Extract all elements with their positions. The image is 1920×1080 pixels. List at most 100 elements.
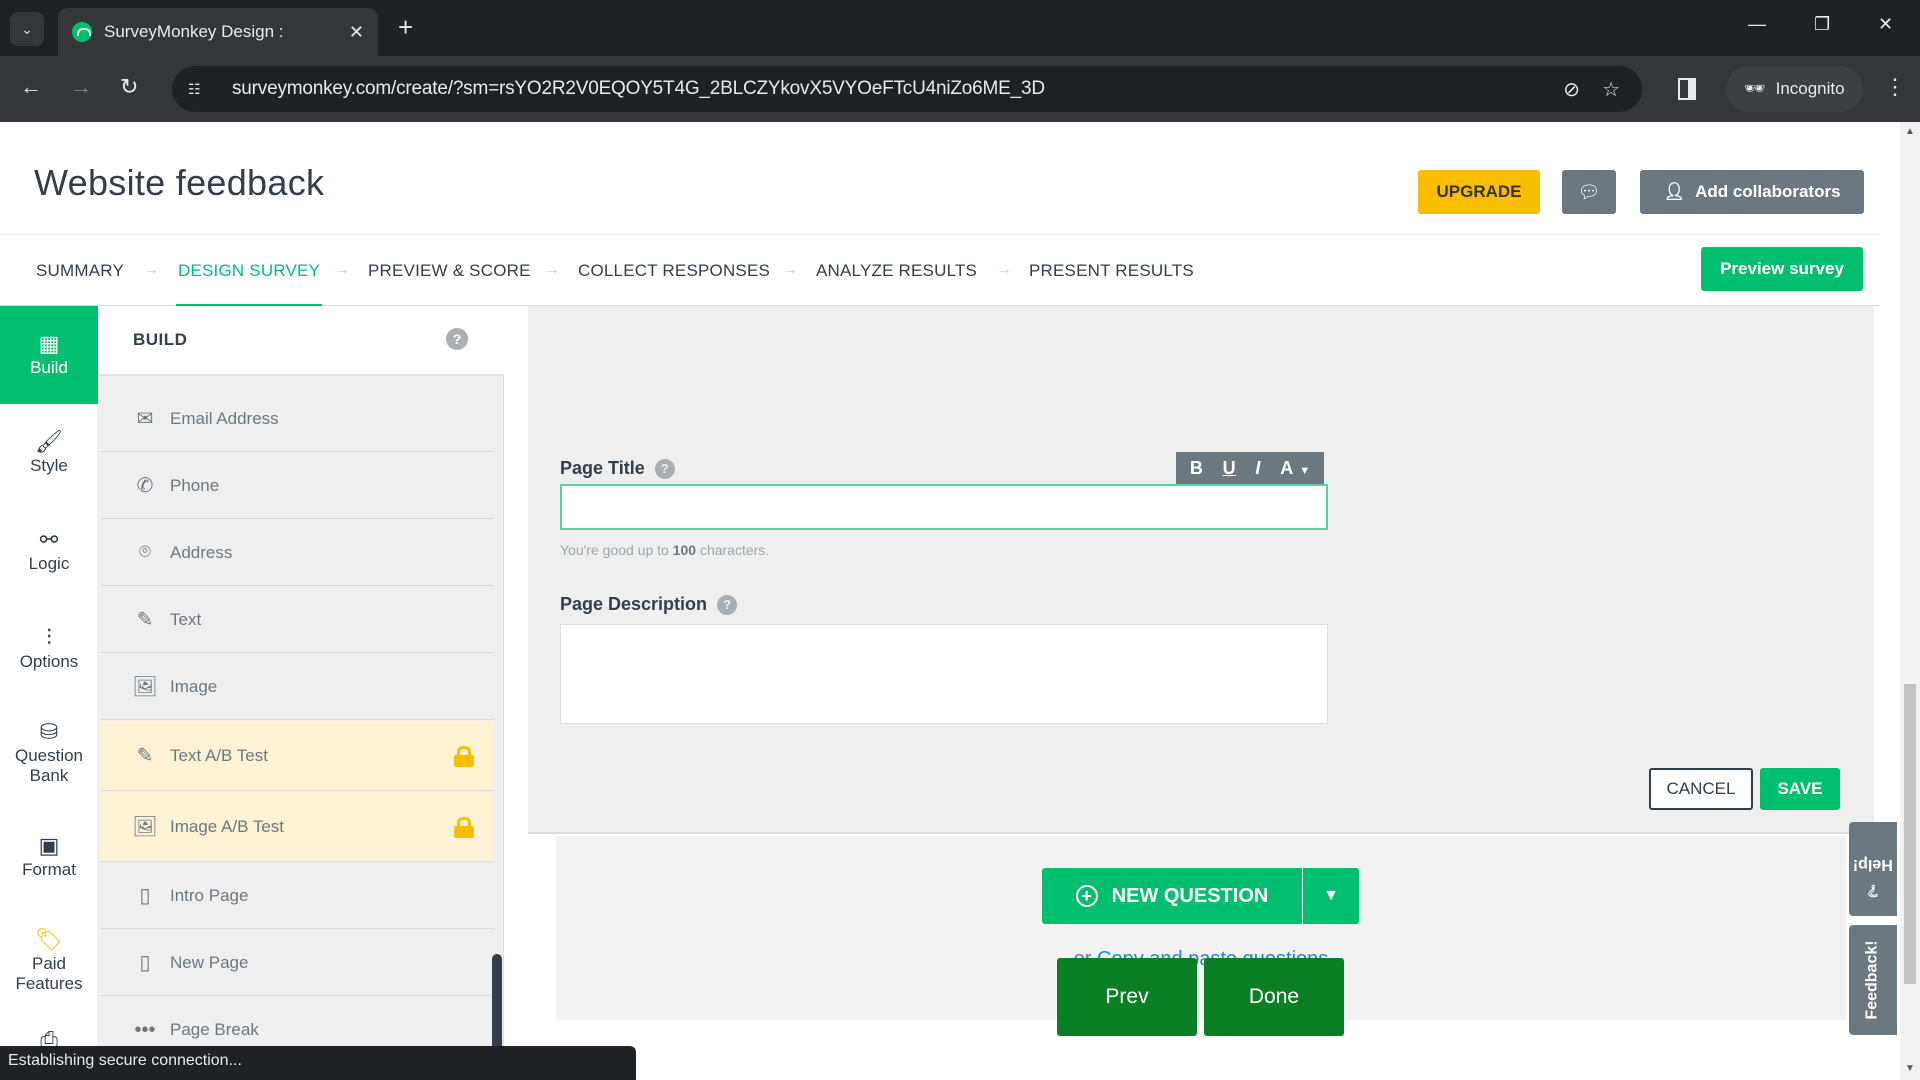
nav-build[interactable]: ▦ Build <box>0 306 98 404</box>
incognito-badge[interactable]: 🕶 Incognito <box>1726 66 1863 112</box>
eye-off-icon[interactable]: ⊘ <box>1563 77 1580 102</box>
help-side-tab[interactable]: ❔︎ Help! <box>1849 822 1897 916</box>
step-present-results[interactable]: PRESENT RESULTS <box>1029 235 1194 307</box>
build-item-image-ab-test[interactable]: 🖼︎ Image A/B Test <box>100 792 494 862</box>
step-collect-responses[interactable]: COLLECT RESPONSES <box>578 235 770 307</box>
edit-icon: ✎ <box>136 745 154 767</box>
build-panel-header: BUILD ? <box>98 306 504 376</box>
reload-icon[interactable]: ↻ <box>120 74 138 100</box>
forward-icon[interactable]: → <box>70 74 92 100</box>
close-tab-icon[interactable]: ✕ <box>349 22 364 43</box>
upgrade-button[interactable]: UPGRADE <box>1418 170 1540 214</box>
surveymonkey-favicon-icon <box>72 22 92 42</box>
nav-build-label: Build <box>30 358 68 377</box>
step-arrow-icon: → <box>143 261 159 278</box>
build-panel: BUILD ? ✉ Email Address ✆ Phone ⌾ Addres… <box>98 306 504 1080</box>
build-item-new-page[interactable]: ▯ New Page <box>100 930 494 996</box>
step-analyze-results[interactable]: ANALYZE RESULTS <box>816 235 977 307</box>
build-item-address[interactable]: ⌾ Address <box>100 520 494 586</box>
add-collaborators-button[interactable]: 👤︎ Add collaborators <box>1640 170 1864 214</box>
build-item-text[interactable]: ✎ Text <box>100 587 494 653</box>
url-text[interactable]: surveymonkey.com/create/?sm=rsYO2R2V0EQO… <box>232 78 1563 100</box>
page-scrollbar-thumb[interactable] <box>1904 684 1916 984</box>
nav-question-bank[interactable]: ⛁ Question Bank <box>0 698 98 808</box>
nav-style-label: Style <box>30 456 68 475</box>
save-button[interactable]: SAVE <box>1760 768 1840 810</box>
build-icon: ▦ <box>38 331 60 356</box>
comments-button[interactable]: 💬︎ <box>1562 170 1616 214</box>
side-panel-icon[interactable] <box>1678 78 1696 100</box>
browser-tab[interactable]: SurveyMonkey Design : ✕ <box>58 8 378 56</box>
nav-format-label: Format <box>22 860 76 879</box>
build-item-label: Text <box>170 609 202 629</box>
done-button[interactable]: Done <box>1204 958 1344 1036</box>
step-design-survey[interactable]: DESIGN SURVEY <box>175 235 323 308</box>
italic-button[interactable]: I <box>1255 458 1260 479</box>
text-color-label: A <box>1280 457 1294 478</box>
back-icon[interactable]: ← <box>20 74 42 100</box>
incognito-label: Incognito <box>1775 79 1845 98</box>
help-icon[interactable]: ? <box>654 458 675 479</box>
sliders-icon: ⫶ <box>46 625 52 650</box>
new-question-label: NEW QUESTION <box>1111 884 1269 907</box>
bookmark-star-icon[interactable]: ☆ <box>1602 77 1620 102</box>
build-item-image[interactable]: 🖼︎ Image <box>100 654 494 720</box>
close-window-icon[interactable]: ✕ <box>1878 14 1893 35</box>
underline-button[interactable]: U <box>1223 458 1236 479</box>
browser-menu-icon[interactable]: ⋮ <box>1884 74 1906 100</box>
bold-button[interactable]: B <box>1190 458 1203 479</box>
build-item-email-address[interactable]: ✉ Email Address <box>100 386 494 452</box>
build-item-label: Image <box>170 676 218 696</box>
new-question-dropdown[interactable]: ▼ <box>1303 868 1359 924</box>
step-arrow-icon: → <box>996 261 1012 278</box>
step-preview-score[interactable]: PREVIEW & SCORE <box>368 235 531 307</box>
page-icon: ▯ <box>139 952 151 974</box>
nav-format[interactable]: ▣ Format <box>0 808 98 906</box>
feedback-side-tab[interactable]: Feedback! <box>1849 925 1897 1035</box>
scroll-up-icon[interactable]: ▲ <box>1905 126 1915 137</box>
tab-search-button[interactable]: ⌄ <box>10 12 44 46</box>
minimize-icon[interactable]: — <box>1748 14 1766 35</box>
restore-icon[interactable]: ❐ <box>1814 14 1830 35</box>
new-tab-icon[interactable]: + <box>398 12 413 43</box>
edit-icon: ✎ <box>136 609 154 631</box>
tab-title: SurveyMonkey Design : <box>104 22 284 41</box>
help-icon[interactable]: ? <box>446 328 468 350</box>
page-scrollbar[interactable]: ▲ ▼ <box>1900 122 1920 1080</box>
feedback-side-tab-label: Feedback! <box>1864 940 1882 1020</box>
dots-icon: ••• <box>134 1018 156 1041</box>
build-item-text-ab-test[interactable]: ✎ Text A/B Test <box>100 721 494 791</box>
scroll-down-icon[interactable]: ▼ <box>1905 1063 1915 1074</box>
image-icon: 🖼︎ <box>132 816 158 838</box>
build-item-label: Address <box>170 542 233 562</box>
logic-icon: ⚯ <box>39 527 59 552</box>
build-item-intro-page[interactable]: ▯ Intro Page <box>100 863 494 929</box>
browser-tab-bar: ⌄ SurveyMonkey Design : ✕ + — ❐ ✕ <box>0 0 1920 56</box>
add-collaborators-label: Add collaborators <box>1695 182 1841 201</box>
page-title-label-text: Page Title <box>560 458 645 478</box>
build-item-label: Text A/B Test <box>170 745 268 765</box>
text-color-button[interactable]: A ▼ <box>1280 458 1310 479</box>
copy-paste-line: or Copy and paste questions <box>556 948 1846 971</box>
nav-paid-features[interactable]: 🏷︎ Paid Features <box>0 906 98 1016</box>
address-bar[interactable]: ☷ surveymonkey.com/create/?sm=rsYO2R2V0E… <box>172 66 1642 112</box>
left-nav: ▦ Build 🖌︎ Style ⚯ Logic ⫶ Options ⛁ Que… <box>0 306 98 1080</box>
nav-logic[interactable]: ⚯ Logic <box>0 502 98 600</box>
cancel-button[interactable]: CANCEL <box>1649 768 1753 810</box>
nav-paid-features-label: Paid Features <box>15 954 83 993</box>
page-title-input[interactable] <box>560 484 1328 530</box>
step-summary[interactable]: SUMMARY <box>36 235 124 307</box>
nav-style[interactable]: 🖌︎ Style <box>0 404 98 502</box>
nav-options[interactable]: ⫶ Options <box>0 600 98 698</box>
page: Website feedback UPGRADE 💬︎ 👤︎ Add colla… <box>0 122 1900 1080</box>
preview-survey-button[interactable]: Preview survey <box>1701 247 1863 291</box>
help-icon[interactable]: ? <box>717 594 738 615</box>
page-description-input[interactable] <box>560 624 1328 724</box>
build-panel-title: BUILD <box>133 330 188 349</box>
phone-icon: ✆ <box>136 475 154 497</box>
prev-button[interactable]: Prev <box>1057 958 1197 1036</box>
build-item-phone[interactable]: ✆ Phone <box>100 453 494 519</box>
site-settings-icon[interactable]: ☷ <box>188 81 210 98</box>
new-question-button[interactable]: + NEW QUESTION <box>1042 868 1302 924</box>
nav-question-bank-label: Question Bank <box>14 746 84 785</box>
